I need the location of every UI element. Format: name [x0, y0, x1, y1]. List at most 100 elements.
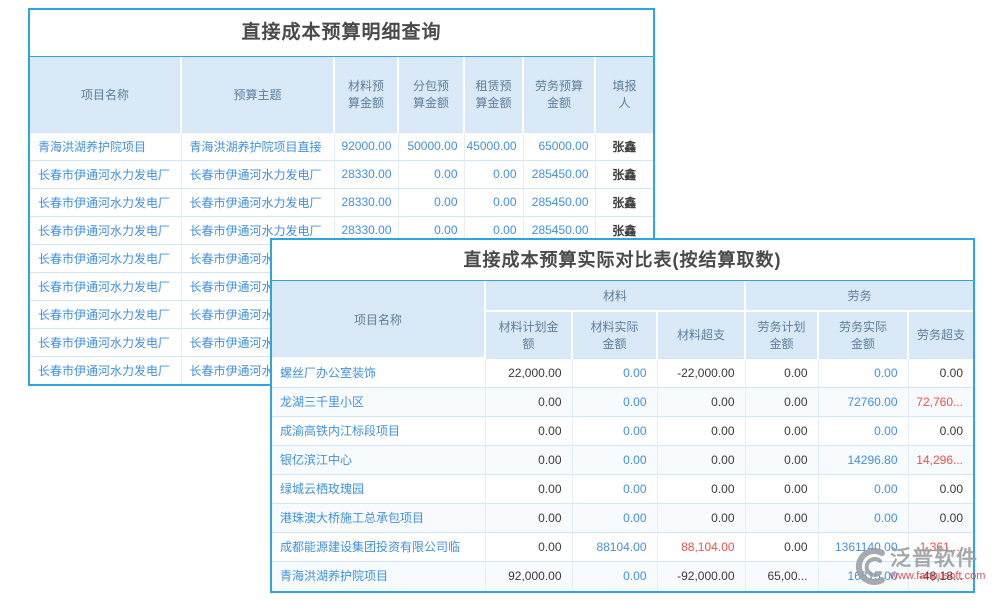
project-name-cell[interactable]: 港珠澳大桥施工总承包项目: [272, 503, 485, 532]
column-header: 材料实际 金额: [572, 311, 657, 358]
column-header: 劳务超支: [908, 311, 973, 358]
amount-cell: 0.00: [745, 445, 818, 474]
amount-cell: 0.00: [745, 387, 818, 416]
amount-cell: 0.00: [485, 387, 572, 416]
watermark-brand: 泛普软件: [890, 548, 985, 570]
amount-cell: 0.00: [908, 474, 973, 503]
column-header: 预算主题: [181, 57, 334, 132]
budget-subject-cell[interactable]: 长春市伊通河水力发电厂: [181, 188, 334, 216]
amount-cell: 0.00: [657, 387, 745, 416]
fanpu-swoosh-icon: [849, 545, 889, 587]
reporter-cell: 张鑫: [595, 132, 653, 160]
amount-cell: 72,760...: [908, 387, 973, 416]
amount-cell[interactable]: 0.00: [572, 416, 657, 445]
amount-cell: 0.00: [485, 532, 572, 561]
amount-cell: 0.00: [908, 416, 973, 445]
table1-title: 直接成本预算明细查询: [30, 10, 653, 57]
project-name-cell[interactable]: 螺丝厂办公室装饰: [272, 358, 485, 387]
amount-cell[interactable]: 0.00: [464, 160, 523, 188]
project-name-cell[interactable]: 长春市伊通河水力发电厂: [30, 328, 181, 356]
column-header: 劳务实际 金额: [818, 311, 908, 358]
amount-cell: 14,296...: [908, 445, 973, 474]
amount-cell: -92,000.00: [657, 561, 745, 590]
amount-cell[interactable]: 285450.00: [523, 188, 595, 216]
amount-cell: 65,00...: [745, 561, 818, 590]
column-header: 项目名称: [30, 57, 181, 132]
project-name-cell[interactable]: 青海洪湖养护院项目: [30, 132, 181, 160]
amount-cell[interactable]: 0.00: [818, 358, 908, 387]
amount-cell[interactable]: 28330.00: [334, 160, 398, 188]
amount-cell[interactable]: 28330.00: [334, 188, 398, 216]
amount-cell[interactable]: 14296.80: [818, 445, 908, 474]
amount-cell: 0.00: [745, 416, 818, 445]
amount-cell[interactable]: 0.00: [818, 416, 908, 445]
amount-cell[interactable]: 0.00: [572, 561, 657, 590]
table1-header-row: 项目名称预算主题材料预 算金额分包预 算金额租赁预 算金额劳务预算 金额填报 人: [30, 57, 653, 132]
column-header: 分包预 算金额: [398, 57, 464, 132]
amount-cell[interactable]: 0.00: [572, 474, 657, 503]
project-name-cell[interactable]: 长春市伊通河水力发电厂: [30, 216, 181, 244]
column-header: 劳务预算 金额: [523, 57, 595, 132]
amount-cell[interactable]: 0.00: [818, 474, 908, 503]
project-name-cell[interactable]: 绿城云栖玫瑰园: [272, 474, 485, 503]
amount-cell[interactable]: 0.00: [818, 503, 908, 532]
budget-subject-cell[interactable]: 长春市伊通河水力发电厂: [181, 160, 334, 188]
amount-cell[interactable]: 0.00: [572, 503, 657, 532]
amount-cell: 0.00: [657, 416, 745, 445]
table-row: 青海洪湖养护院项目青海洪湖养护院项目直接92000.0050000.004500…: [30, 132, 653, 160]
amount-cell[interactable]: 65000.00: [523, 132, 595, 160]
column-header: 项目名称: [272, 281, 485, 358]
amount-cell[interactable]: 45000.00: [464, 132, 523, 160]
table-row: 银亿滨江中心0.000.000.000.0014296.8014,296...: [272, 445, 973, 474]
vendor-watermark: 泛普软件 www.fanpusoft.com: [849, 540, 999, 592]
project-name-cell[interactable]: 长春市伊通河水力发电厂: [30, 300, 181, 328]
amount-cell: 0.00: [745, 358, 818, 387]
amount-cell: 0.00: [657, 503, 745, 532]
amount-cell: 0.00: [485, 503, 572, 532]
amount-cell: 0.00: [745, 474, 818, 503]
project-name-cell[interactable]: 长春市伊通河水力发电厂: [30, 356, 181, 384]
amount-cell: 0.00: [745, 503, 818, 532]
project-name-cell[interactable]: 龙湖三千里小区: [272, 387, 485, 416]
amount-cell: 22,000.00: [485, 358, 572, 387]
amount-cell[interactable]: 50000.00: [398, 132, 464, 160]
budget-subject-cell[interactable]: 青海洪湖养护院项目直接: [181, 132, 334, 160]
amount-cell[interactable]: 0.00: [572, 387, 657, 416]
amount-cell: 0.00: [745, 532, 818, 561]
column-header: 填报 人: [595, 57, 653, 132]
table-row: 港珠澳大桥施工总承包项目0.000.000.000.000.000.00: [272, 503, 973, 532]
amount-cell[interactable]: 0.00: [398, 160, 464, 188]
table-row: 龙湖三千里小区0.000.000.000.0072760.0072,760...: [272, 387, 973, 416]
project-name-cell[interactable]: 长春市伊通河水力发电厂: [30, 160, 181, 188]
project-name-cell[interactable]: 青海洪湖养护院项目: [272, 561, 485, 590]
amount-cell: 0.00: [485, 445, 572, 474]
amount-cell[interactable]: 285450.00: [523, 160, 595, 188]
reporter-cell: 张鑫: [595, 188, 653, 216]
amount-cell: 0.00: [485, 416, 572, 445]
group-header: 材料: [485, 281, 745, 311]
table-row: 长春市伊通河水力发电厂长春市伊通河水力发电厂28330.000.000.0028…: [30, 188, 653, 216]
amount-cell[interactable]: 0.00: [464, 188, 523, 216]
amount-cell: 0.00: [908, 358, 973, 387]
amount-cell: 0.00: [908, 503, 973, 532]
amount-cell[interactable]: 72760.00: [818, 387, 908, 416]
amount-cell[interactable]: 0.00: [398, 188, 464, 216]
amount-cell[interactable]: 88104.00: [572, 532, 657, 561]
project-name-cell[interactable]: 长春市伊通河水力发电厂: [30, 188, 181, 216]
amount-cell: 92,000.00: [485, 561, 572, 590]
amount-cell: 0.00: [657, 474, 745, 503]
amount-cell: 88,104.00: [657, 532, 745, 561]
column-header: 材料预 算金额: [334, 57, 398, 132]
amount-cell: 0.00: [485, 474, 572, 503]
column-header: 材料计划金 额: [485, 311, 572, 358]
amount-cell[interactable]: 0.00: [572, 445, 657, 474]
project-name-cell[interactable]: 长春市伊通河水力发电厂: [30, 272, 181, 300]
watermark-url: www.fanpusoft.com: [890, 570, 985, 583]
project-name-cell[interactable]: 成渝高铁内江标段项目: [272, 416, 485, 445]
project-name-cell[interactable]: 长春市伊通河水力发电厂: [30, 244, 181, 272]
amount-cell[interactable]: 0.00: [572, 358, 657, 387]
column-header: 租赁预 算金额: [464, 57, 523, 132]
project-name-cell[interactable]: 成都能源建设集团投资有限公司临: [272, 532, 485, 561]
project-name-cell[interactable]: 银亿滨江中心: [272, 445, 485, 474]
amount-cell[interactable]: 92000.00: [334, 132, 398, 160]
